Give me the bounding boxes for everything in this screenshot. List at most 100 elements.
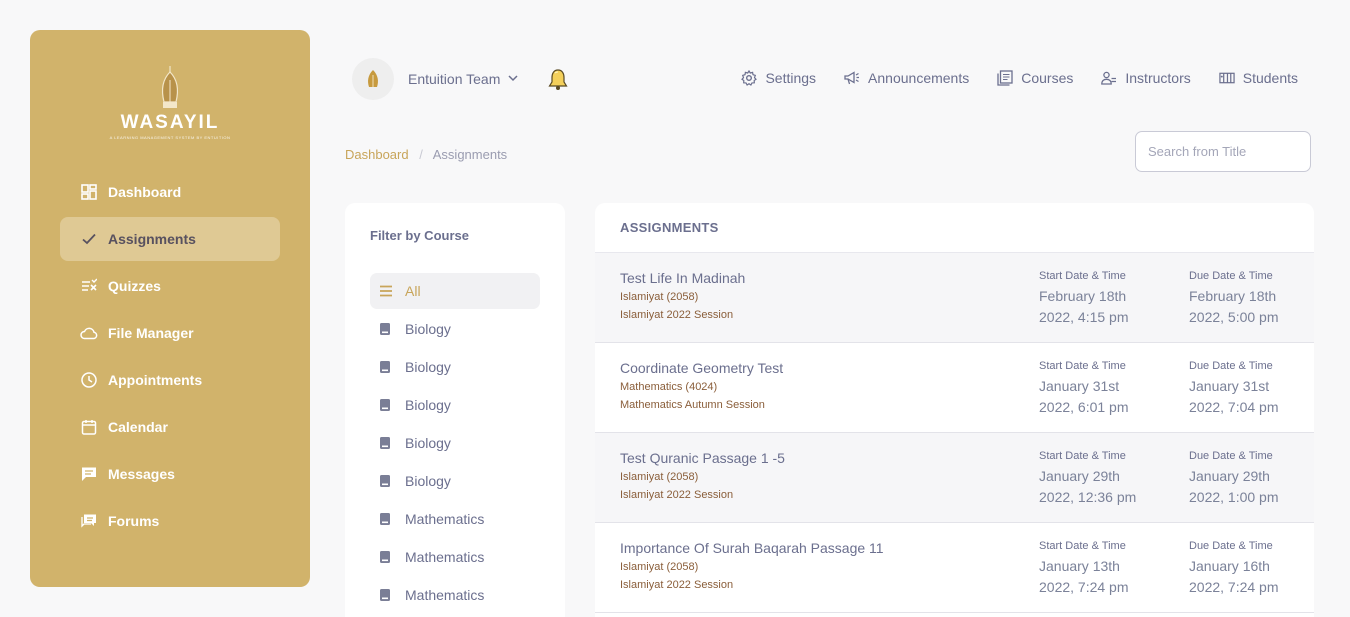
sidebar-item-calendar[interactable]: Calendar [60,405,280,449]
nav-students[interactable]: Students [1219,70,1298,86]
brand-logo[interactable]: WASAYIL A LEARNING MANAGEMENT SYSTEM BY … [30,66,310,140]
sidebar-item-messages[interactable]: Messages [60,452,280,496]
due-date-label: Due Date & Time [1189,450,1273,462]
nav-courses[interactable]: Courses [997,70,1073,86]
sidebar-item-file-manager[interactable]: File Manager [60,311,280,355]
start-date-label: Start Date & Time [1039,540,1126,552]
start-date-day: February 18th [1039,288,1127,304]
due-date-time: 2022, 1:00 pm [1189,489,1279,505]
start-date-label: Start Date & Time [1039,270,1126,282]
book-icon [379,322,393,336]
gear-icon [741,70,758,86]
sidebar-item-quizzes[interactable]: Quizzes [60,264,280,308]
pen-nib-icon [368,70,378,87]
start-date-time: 2022, 4:15 pm [1039,309,1129,325]
pen-nib-logo-icon [161,66,179,108]
sidebar-item-appointments[interactable]: Appointments [60,358,280,402]
due-date-day: February 18th [1189,288,1277,304]
assignment-title[interactable]: Coordinate Geometry Test [620,360,783,376]
assignments-heading: ASSIGNMENTS [595,203,1314,253]
assignments-card: ASSIGNMENTS Test Life In Madinah Islamiy… [595,203,1314,617]
nav-settings[interactable]: Settings [741,70,816,86]
filter-item[interactable]: Mathematics [370,501,540,537]
nav-announcements[interactable]: Announcements [844,70,969,86]
sidebar-item-assignments[interactable]: Assignments [60,217,280,261]
assignment-session: Mathematics Autumn Session [620,399,765,411]
filter-item[interactable]: Biology [370,463,540,499]
clock-icon [80,371,98,389]
assignment-title[interactable]: Test Quranic Passage 1 -5 [620,450,785,466]
message-icon [80,465,98,483]
due-date-day: January 31st [1189,378,1270,394]
due-date-time: 2022, 5:00 pm [1189,309,1279,325]
avatar[interactable] [352,58,394,100]
assignment-title[interactable]: Importance Of Surah Baqarah Passage 11 [620,540,884,556]
start-date-label: Start Date & Time [1039,450,1126,462]
cloud-icon [80,324,98,342]
brand-tagline: A LEARNING MANAGEMENT SYSTEM BY ENTUITIO… [109,135,231,140]
filter-item[interactable]: Biology [370,425,540,461]
filter-item-all[interactable]: All [370,273,540,309]
due-date-label: Due Date & Time [1189,270,1273,282]
search-input[interactable] [1135,131,1311,172]
assignment-session: Islamiyat 2022 Session [620,579,734,591]
filter-item[interactable]: Biology [370,311,540,347]
start-date: Start Date & Time January 29th 2022, 12:… [1039,450,1164,508]
team-switcher[interactable]: Entuition Team [352,58,518,100]
filter-item[interactable]: Biology [370,349,540,385]
list-icon [379,284,393,298]
users-icon [1101,70,1117,86]
assignment-row[interactable]: Importance Of Surah Baqarah Passage 11 I… [595,523,1314,613]
chevron-down-icon [508,73,518,85]
sidebar-item-label: Assignments [108,231,196,247]
start-date: Start Date & Time January 13th 2022, 7:2… [1039,540,1164,598]
sidebar-item-forums[interactable]: Forums [60,499,280,543]
assignment-session: Islamiyat 2022 Session [620,489,734,501]
nav-settings-label: Settings [765,70,817,86]
assignment-title[interactable]: Test Life In Madinah [620,270,745,286]
bell-icon[interactable] [546,68,570,92]
assignment-course: Islamiyat (2058) [620,291,699,303]
assignment-course: Mathematics (4024) [620,381,718,393]
check-icon [80,230,98,248]
nav-instructors-label: Instructors [1125,70,1191,86]
filter-card: Filter by Course All Biology Biology Bio… [345,203,565,617]
assignment-row[interactable]: Test Life In Madinah Islamiyat (2058) Is… [595,253,1314,343]
sidebar-nav: Dashboard Assignments Quizzes File Manag… [60,170,280,546]
start-date-time: 2022, 7:24 pm [1039,579,1129,595]
filter-item-label: Mathematics [405,587,485,603]
due-date-day: January 16th [1189,558,1270,574]
due-date-time: 2022, 7:04 pm [1189,399,1279,415]
book-icon [379,398,393,412]
sidebar-item-label: Calendar [108,419,168,435]
start-date-time: 2022, 12:36 pm [1039,489,1137,505]
filter-item-label: Biology [405,359,451,375]
filter-item[interactable]: Biology [370,387,540,423]
sidebar-item-label: Dashboard [108,184,182,200]
breadcrumb-current: Assignments [432,147,508,162]
sidebar-item-label: File Manager [108,325,194,341]
filter-item-label: Biology [405,321,451,337]
filter-item-label: Biology [405,473,451,489]
due-date-label: Due Date & Time [1189,360,1273,372]
filter-list: All Biology Biology Biology Biology Biol… [370,273,540,615]
nav-instructors[interactable]: Instructors [1101,70,1191,86]
filter-item-label: Biology [405,435,451,451]
breadcrumb-dashboard[interactable]: Dashboard [345,147,409,162]
nav-announcements-label: Announcements [868,70,970,86]
filter-item-label: Mathematics [405,549,485,565]
start-date: Start Date & Time February 18th 2022, 4:… [1039,270,1164,328]
assignment-row[interactable]: Coordinate Geometry Test Mathematics (40… [595,343,1314,433]
sidebar-item-label: Messages [108,466,175,482]
book-icon [379,588,393,602]
dashboard-icon [80,183,98,201]
assignment-course: Islamiyat (2058) [620,561,699,573]
assignment-row[interactable]: Test Quranic Passage 1 -5 Islamiyat (205… [595,433,1314,523]
filter-item[interactable]: Mathematics [370,577,540,613]
filter-item-label: Biology [405,397,451,413]
filter-item-label: Mathematics [405,511,485,527]
filter-item[interactable]: Mathematics [370,539,540,575]
sidebar-item-dashboard[interactable]: Dashboard [60,170,280,214]
start-date: Start Date & Time January 31st 2022, 6:0… [1039,360,1164,418]
start-date-day: January 31st [1039,378,1120,394]
